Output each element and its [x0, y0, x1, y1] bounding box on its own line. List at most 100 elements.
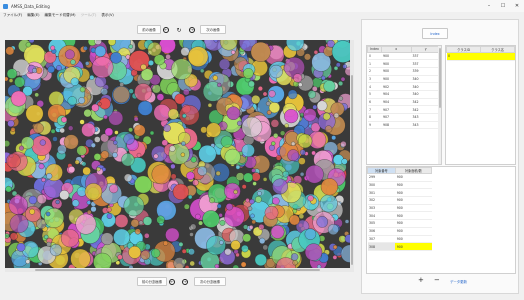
segment-blob[interactable]: [71, 199, 80, 207]
segment-blob[interactable]: [85, 61, 90, 66]
segment-blob[interactable]: [311, 150, 316, 156]
next-mask-button[interactable]: 次の分割画像: [194, 277, 226, 286]
segment-blob[interactable]: [151, 164, 172, 185]
segment-blob[interactable]: [340, 76, 346, 82]
segment-blob[interactable]: [128, 50, 150, 72]
segment-blob[interactable]: [90, 206, 97, 213]
table-row[interactable]: 304 900: [367, 211, 432, 221]
segment-blob[interactable]: [165, 227, 180, 242]
segment-blob[interactable]: [257, 86, 263, 92]
segment-blob[interactable]: [10, 127, 16, 132]
segment-blob[interactable]: [170, 163, 176, 169]
segment-blob[interactable]: [106, 207, 112, 213]
horizontal-scrollbar[interactable]: [5, 268, 354, 272]
segment-blob[interactable]: [25, 259, 31, 264]
segment-blob[interactable]: [89, 75, 95, 80]
segment-blob[interactable]: [287, 149, 300, 162]
segment-blob[interactable]: [316, 216, 328, 228]
table-row[interactable]: 1 900 337: [367, 59, 441, 68]
segment-blob[interactable]: [79, 119, 85, 125]
segment-blob[interactable]: [128, 127, 133, 133]
segment-blob[interactable]: [173, 257, 186, 270]
segment-blob[interactable]: [312, 104, 318, 110]
segment-blob[interactable]: [169, 145, 176, 152]
segment-blob[interactable]: [231, 50, 236, 55]
segment-blob[interactable]: [56, 65, 62, 71]
segment-blob[interactable]: [224, 148, 241, 165]
segment-blob[interactable]: [323, 80, 336, 93]
segment-blob[interactable]: [33, 122, 44, 134]
segment-blob[interactable]: [70, 248, 91, 269]
segment-blob[interactable]: [137, 100, 153, 116]
segment-blob[interactable]: [9, 232, 18, 241]
segment-blob[interactable]: [134, 83, 153, 102]
segment-blob[interactable]: [91, 56, 114, 79]
menu-tools[interactable]: ツール(T): [81, 13, 97, 18]
segment-blob[interactable]: [218, 58, 231, 70]
segment-blob[interactable]: [252, 181, 257, 186]
segment-blob[interactable]: [224, 206, 245, 227]
segment-blob[interactable]: [220, 135, 233, 148]
table-row-selected[interactable]: 308 900: [367, 242, 432, 251]
segment-blob[interactable]: [112, 152, 118, 158]
segment-blob[interactable]: [123, 133, 135, 145]
segment-blob[interactable]: [76, 145, 87, 156]
segment-blob[interactable]: [297, 133, 313, 149]
segment-blob[interactable]: [190, 156, 197, 163]
segment-blob[interactable]: [44, 208, 64, 228]
segment-blob[interactable]: [269, 64, 283, 79]
segment-blob[interactable]: [189, 232, 194, 237]
segment-blob[interactable]: [333, 112, 340, 119]
segment-blob[interactable]: [44, 234, 49, 240]
segment-blob[interactable]: [10, 90, 27, 107]
segment-blob[interactable]: [25, 104, 44, 123]
segment-blob[interactable]: [195, 213, 201, 220]
segment-blob[interactable]: [167, 108, 179, 120]
segment-blob[interactable]: [100, 88, 108, 96]
table-row[interactable]: 0 900 337: [367, 52, 441, 61]
segment-blob[interactable]: [198, 145, 217, 163]
segment-blob[interactable]: [255, 196, 262, 203]
segment-blob[interactable]: [242, 233, 252, 243]
table-row[interactable]: 307 900: [367, 235, 432, 244]
segment-blob[interactable]: [217, 203, 222, 209]
prev-arrow-icon[interactable]: ←: [162, 26, 170, 34]
segment-blob[interactable]: [284, 109, 299, 124]
segment-blob[interactable]: [241, 184, 247, 190]
segment-blob[interactable]: [50, 45, 56, 51]
table-row[interactable]: 7 907 342: [367, 105, 441, 114]
menu-view[interactable]: 表示(V): [101, 13, 113, 18]
segment-blob[interactable]: [192, 179, 199, 186]
next-arrow-icon[interactable]: →: [188, 26, 196, 34]
segment-blob[interactable]: [338, 81, 344, 86]
segment-blob[interactable]: [341, 158, 348, 165]
segment-blob[interactable]: [128, 44, 133, 49]
segment-blob[interactable]: [9, 214, 29, 233]
segment-blob[interactable]: [233, 189, 238, 195]
segment-blob[interactable]: [262, 244, 269, 251]
segment-blob[interactable]: [268, 90, 276, 98]
segment-blob[interactable]: [6, 68, 18, 79]
segment-blob[interactable]: [100, 150, 109, 159]
segment-blob[interactable]: [133, 124, 146, 137]
segment-blob[interactable]: [270, 225, 285, 239]
segment-blob[interactable]: [65, 49, 75, 60]
segment-blob[interactable]: [304, 53, 311, 61]
segment-blob[interactable]: [249, 225, 254, 230]
segment-blob[interactable]: [153, 104, 171, 122]
segment-blob[interactable]: [142, 216, 153, 226]
segment-blob[interactable]: [114, 214, 129, 228]
segment-blob[interactable]: [200, 68, 205, 73]
segment-blob[interactable]: [140, 250, 151, 260]
segment-blob[interactable]: [247, 206, 253, 211]
points-table-scrollbar[interactable]: [438, 46, 441, 164]
data-update-link[interactable]: データ更新: [450, 279, 467, 284]
segment-blob[interactable]: [225, 203, 233, 211]
segment-blob[interactable]: [32, 68, 37, 74]
segment-blob[interactable]: [243, 224, 249, 230]
segment-blob[interactable]: [182, 113, 187, 119]
segment-blob[interactable]: [235, 165, 241, 170]
segment-blob[interactable]: [289, 214, 300, 226]
segment-blob[interactable]: [48, 91, 64, 107]
segment-blob[interactable]: [46, 241, 52, 247]
